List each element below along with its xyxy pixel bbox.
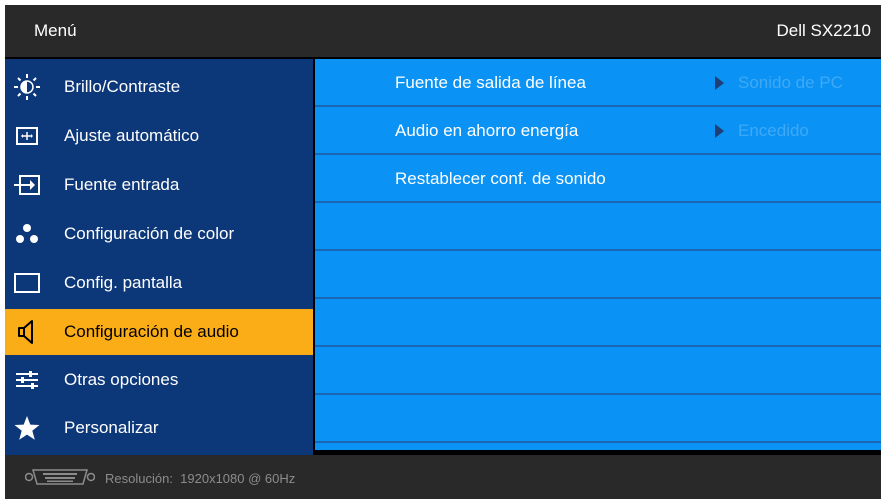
vga-connector-icon <box>24 468 96 491</box>
sidebar-item-label: Configuración de color <box>64 224 235 243</box>
sliders-icon <box>13 367 41 393</box>
sidebar-item-brightness-contrast[interactable]: Brillo/Contraste <box>5 64 313 110</box>
audio-settings-panel: Fuente de salida de línea Sonido de PC A… <box>315 59 881 450</box>
empty-row <box>315 299 881 347</box>
brightness-icon <box>13 74 41 100</box>
input-source-icon <box>13 172 41 198</box>
sidebar-menu: Brillo/Contraste Ajuste automático Fuent… <box>5 59 313 455</box>
setting-value: Encedido <box>738 121 809 140</box>
sidebar-item-input-source[interactable]: Fuente entrada <box>5 162 313 208</box>
display-icon <box>13 270 41 296</box>
speaker-icon <box>13 319 41 345</box>
sidebar-item-label: Fuente entrada <box>64 175 180 194</box>
arrow-right-icon <box>715 124 724 138</box>
color-dots-icon <box>13 221 41 247</box>
arrow-right-icon <box>715 76 724 90</box>
monitor-model: Dell SX2210 <box>776 21 871 40</box>
setting-row-reset-audio[interactable]: Restablecer conf. de sonido <box>315 155 881 203</box>
setting-label[interactable]: Restablecer conf. de sonido <box>395 169 606 189</box>
sidebar-item-label: Personalizar <box>64 418 159 437</box>
sidebar-item-display-settings[interactable]: Config. pantalla <box>5 260 313 306</box>
star-icon <box>13 415 41 441</box>
empty-row <box>315 395 881 443</box>
auto-adjust-icon <box>13 123 41 149</box>
sidebar-item-auto-adjust[interactable]: Ajuste automático <box>5 113 313 159</box>
title-bar: Menú Dell SX2210 <box>5 5 881 57</box>
sidebar-item-color-settings[interactable]: Configuración de color <box>5 211 313 257</box>
menu-title: Menú <box>34 21 77 40</box>
osd-menu: Menú Dell SX2210 Brillo/Contraste Ajuste… <box>5 5 881 499</box>
resolution-text: Resolución: 1920x1080 @ 60Hz <box>105 471 296 486</box>
sidebar-item-label: Brillo/Contraste <box>64 77 181 96</box>
setting-row-audio-power-save[interactable]: Audio en ahorro energía Encedido <box>315 107 881 155</box>
empty-row <box>315 203 881 251</box>
sidebar-item-other-options[interactable]: Otras opciones <box>5 357 313 403</box>
sidebar-item-label: Configuración de audio <box>64 322 239 341</box>
setting-label[interactable]: Fuente de salida de línea <box>395 73 586 93</box>
empty-row <box>315 251 881 299</box>
empty-row <box>315 347 881 395</box>
setting-label[interactable]: Audio en ahorro energía <box>395 121 578 141</box>
sidebar-item-audio-settings[interactable]: Configuración de audio <box>5 309 313 355</box>
sidebar-item-personalize[interactable]: Personalizar <box>5 405 313 451</box>
sidebar-item-label: Config. pantalla <box>64 273 183 292</box>
sidebar-item-label: Ajuste automático <box>64 126 200 145</box>
status-bar: Resolución: 1920x1080 @ 60Hz <box>5 455 881 499</box>
sidebar-item-label: Otras opciones <box>64 370 179 389</box>
setting-row-line-out-source[interactable]: Fuente de salida de línea Sonido de PC <box>315 59 881 107</box>
setting-value: Sonido de PC <box>738 73 843 92</box>
